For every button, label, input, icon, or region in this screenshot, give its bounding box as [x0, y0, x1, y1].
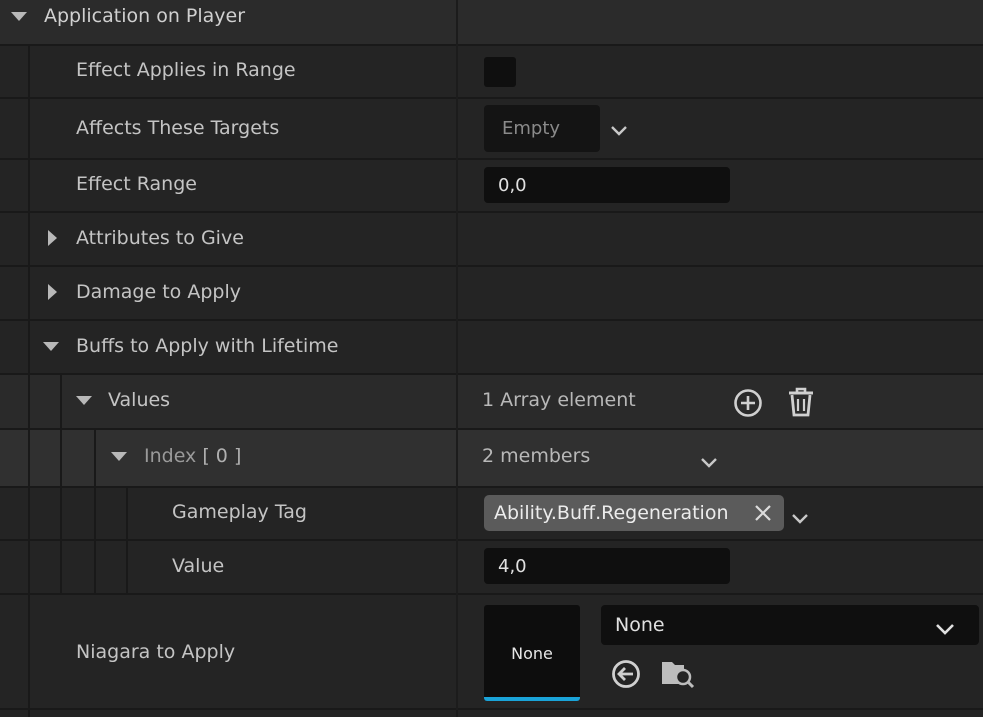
- separator: [0, 44, 983, 46]
- property-label: Niagara to Apply: [76, 641, 236, 663]
- effect-applies-in-range-checkbox[interactable]: [484, 57, 516, 87]
- indent-gutter: [94, 430, 96, 593]
- array-index-label: Index [ 0 ]: [144, 445, 241, 467]
- members-count: 2 members: [482, 445, 591, 467]
- expand-arrow-icon[interactable]: [43, 342, 59, 351]
- expand-arrow-icon[interactable]: [76, 396, 92, 405]
- niagara-asset-value: None: [615, 614, 665, 636]
- separator: [0, 158, 983, 160]
- chevron-down-icon[interactable]: [791, 508, 809, 530]
- gameplay-tag-chip[interactable]: Ability.Buff.Regeneration: [484, 495, 784, 531]
- affects-targets-combo[interactable]: Empty: [484, 105, 600, 152]
- array-element-count: 1 Array element: [482, 389, 636, 411]
- chevron-down-icon[interactable]: [610, 120, 628, 142]
- thumbnail-accent-bar: [484, 697, 580, 701]
- property-label: Value: [172, 555, 225, 577]
- trash-icon[interactable]: [786, 386, 816, 423]
- separator: [0, 428, 983, 430]
- property-label: Buffs to Apply with Lifetime: [76, 335, 339, 357]
- indent-gutter: [28, 44, 30, 717]
- gameplay-tag-value: Ability.Buff.Regeneration: [494, 502, 729, 524]
- chevron-down-icon[interactable]: [935, 619, 955, 641]
- index-number: [ 0 ]: [202, 445, 242, 467]
- expand-arrow-icon[interactable]: [48, 230, 57, 246]
- property-label: Damage to Apply: [76, 281, 241, 303]
- effect-range-input[interactable]: 0,0: [484, 167, 730, 203]
- category-title: Application on Player: [44, 5, 246, 27]
- browse-folder-icon[interactable]: [660, 656, 696, 695]
- niagara-asset-combo[interactable]: None: [601, 605, 979, 645]
- value-input[interactable]: 4,0: [484, 548, 730, 584]
- indent-gutter: [126, 488, 128, 593]
- property-label: Effect Range: [76, 173, 197, 195]
- property-label: Gameplay Tag: [172, 501, 307, 523]
- index-label: Index: [144, 445, 197, 467]
- separator: [0, 486, 983, 488]
- separator: [0, 265, 983, 267]
- chevron-down-icon[interactable]: [700, 452, 718, 474]
- separator: [0, 593, 983, 595]
- separator: [0, 97, 983, 99]
- property-label: Attributes to Give: [76, 227, 244, 249]
- add-element-icon[interactable]: [733, 388, 763, 423]
- thumbnail-label: None: [511, 644, 553, 663]
- property-label: Effect Applies in Range: [76, 59, 296, 81]
- separator: [0, 373, 983, 375]
- asset-thumbnail[interactable]: None: [484, 605, 580, 701]
- separator: [0, 319, 983, 321]
- separator: [0, 211, 983, 213]
- use-selected-arrow-icon[interactable]: [610, 658, 642, 695]
- indent-gutter: [60, 375, 62, 593]
- expand-arrow-icon[interactable]: [111, 452, 127, 461]
- close-icon[interactable]: [754, 504, 772, 527]
- expand-arrow-icon[interactable]: [48, 284, 57, 300]
- separator: [0, 539, 983, 541]
- separator: [0, 708, 983, 710]
- property-label: Affects These Targets: [76, 117, 280, 139]
- expand-arrow-icon[interactable]: [11, 12, 27, 21]
- column-divider[interactable]: [456, 0, 458, 717]
- property-label: Values: [108, 389, 171, 411]
